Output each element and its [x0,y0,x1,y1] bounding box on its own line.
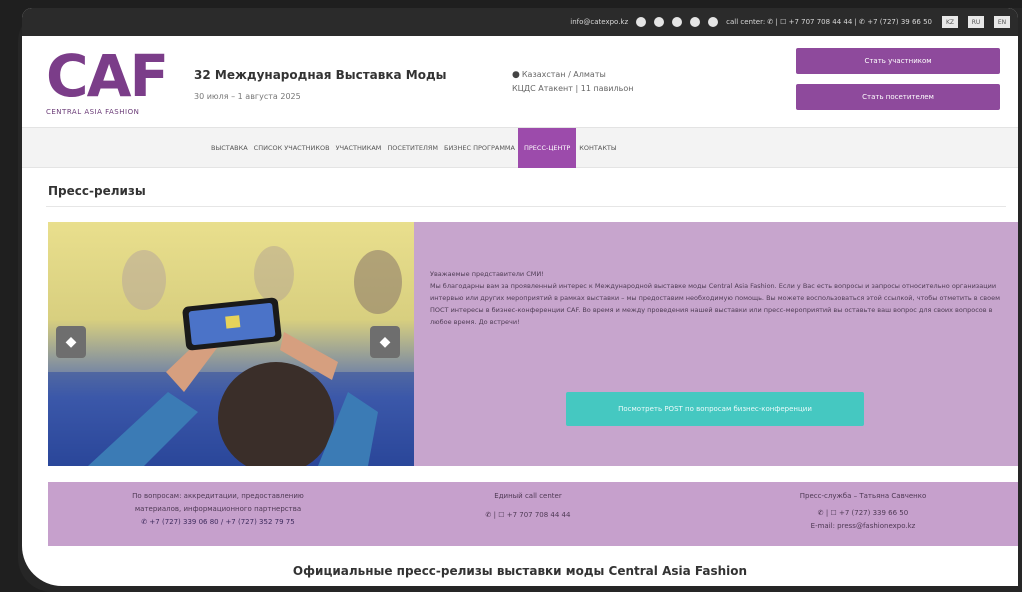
become-visitor-button[interactable]: Стать посетителем [796,84,1000,110]
contact-accreditation-line2: материалов, информационного партнерства [134,505,302,513]
top-bar: info@catexpo.kz call center: ✆ | ☐ +7 70… [22,8,1018,36]
press-contacts: По вопросам: аккредитации, предоставлени… [48,482,1018,546]
exhibition-info: 32 Международная Выставка Моды 30 июля –… [194,68,447,101]
page-title: Пресс-релизы [48,184,146,198]
press-intro-body: Мы благодарны вам за проявленный интерес… [430,282,1000,326]
location-venue: КЦДС Атакент | 11 павильон [512,84,634,93]
crowd-photo-illustration [48,246,414,466]
contact-press-phone[interactable]: ✆ | ☐ +7 (727) 339 66 50 [738,507,988,520]
contact-accreditation-phone[interactable]: ✆ +7 (727) 339 06 80 / +7 (727) 352 79 7… [68,516,368,529]
webpage: info@catexpo.kz call center: ✆ | ☐ +7 70… [22,8,1018,586]
contact-callcenter-title: Единый call center [494,492,562,500]
contact-press-email[interactable]: E-mail: press@fashionexpo.kz [738,520,988,533]
nav-press-center[interactable]: ПРЕСС-ЦЕНТР [518,128,577,168]
location-info: ● Казахстан / Алматы КЦДС Атакент | 11 па… [512,68,633,96]
email-link[interactable]: info@catexpo.kz [570,18,628,26]
contact-accreditation-line1: По вопросам: аккредитации, предоставлени… [132,492,304,500]
nav-participants-list[interactable]: СПИСОК УЧАСТНИКОВ [251,128,333,168]
press-intro-greeting: Уважаемые представители СМИ! [430,270,544,278]
social-icons [636,17,719,27]
logo-text: CAF [46,42,169,110]
caf-logo[interactable]: CAF CENTRAL ASIA FASHION [46,44,176,124]
youtube-icon[interactable] [654,17,665,27]
press-intro-panel: Уважаемые представители СМИ! Мы благодар… [414,222,1018,466]
facebook-icon[interactable] [690,17,701,27]
contact-press-title: Пресс-служба – Татьяна Савченко [799,492,927,500]
contact-callcenter-phone[interactable]: ✆ | ☐ +7 707 708 44 44 [428,509,628,522]
section-heading: Официальные пресс-релизы выставки моды C… [292,564,748,578]
main-nav: ВЫСТАВКА СПИСОК УЧАСТНИКОВ УЧАСТНИКАМ ПО… [22,128,1018,168]
callcenter-text: call center: ✆ | ☐ +7 707 708 44 44 | ✆ … [726,18,932,26]
nav-visitors[interactable]: ПОСЕТИТЕЛЯМ [384,128,441,168]
location-city: Казахстан / Алматы [521,70,606,79]
language-kz[interactable]: KZ [942,16,958,28]
nav-contacts[interactable]: КОНТАКТЫ [576,128,619,168]
slider-photo: ◆ ◆ [48,222,414,466]
vk-icon[interactable] [672,17,683,27]
exhibition-title: 32 Международная Выставка Моды [194,68,447,82]
slider-next-button[interactable]: ◆ [370,326,400,358]
view-post-button[interactable]: Посмотреть POST по вопросам бизнес-конфе… [566,392,864,426]
language-en[interactable]: EN [994,16,1010,28]
contact-accreditation: По вопросам: аккредитации, предоставлени… [68,490,368,529]
nav-exhibition[interactable]: ВЫСТАВКА [208,128,251,168]
map-pin-icon: ● [512,70,520,80]
telegram-icon[interactable] [636,17,647,27]
exhibition-dates: 30 июля – 1 августа 2025 [194,92,301,101]
press-banner: ◆ ◆ Уважаемые представители СМИ! Мы благ… [48,222,1018,466]
instagram-icon[interactable] [708,17,719,27]
contact-callcenter: Единый call center ✆ | ☐ +7 707 708 44 4… [428,490,628,522]
site-header: CAF CENTRAL ASIA FASHION 32 Международна… [22,36,1018,128]
press-intro-text: Уважаемые представители СМИ! Мы благодар… [430,268,1000,328]
title-divider [46,206,1006,207]
nav-business-program[interactable]: БИЗНЕС ПРОГРАММА [441,128,518,168]
slider-prev-button[interactable]: ◆ [56,326,86,358]
contact-press-service: Пресс-служба – Татьяна Савченко ✆ | ☐ +7… [738,490,988,533]
nav-exhibitors[interactable]: УЧАСТНИКАМ [333,128,385,168]
language-ru[interactable]: RU [968,16,984,28]
become-exhibitor-button[interactable]: Стать участником [796,48,1000,74]
